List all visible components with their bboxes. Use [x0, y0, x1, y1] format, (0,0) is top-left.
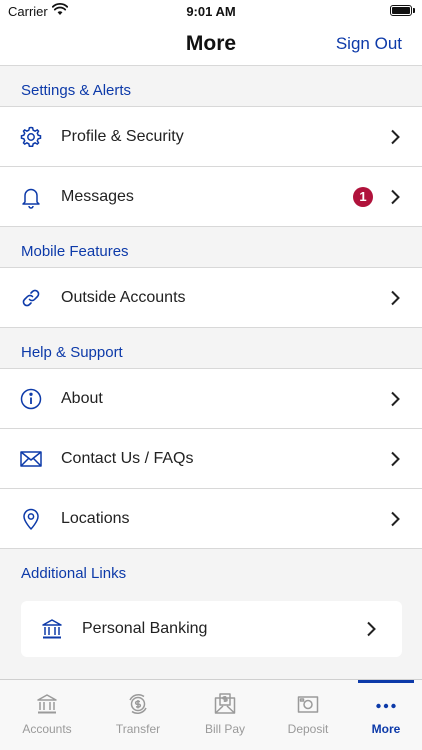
tab-label: Bill Pay [204, 722, 245, 736]
menu-item-label: Contact Us / FAQs [61, 450, 194, 467]
tab-label: More [371, 722, 401, 736]
section-title: Additional Links [21, 565, 127, 582]
tab-label: Transfer [115, 722, 161, 736]
info-icon [20, 388, 42, 410]
active-tab-indicator [358, 680, 414, 683]
link-card-label: Personal Banking [82, 620, 208, 637]
map-pin-icon [23, 508, 39, 530]
link-icon [22, 289, 40, 307]
menu-item-locations[interactable]: Locations [0, 489, 422, 549]
menu-item-contact-faqs[interactable]: Contact Us / FAQs [0, 429, 422, 489]
section-header-settings-alerts: Settings & Alerts [0, 67, 422, 107]
chevron-right-icon [391, 391, 400, 407]
chevron-right-icon [391, 511, 400, 527]
menu-item-label: Profile & Security [61, 128, 184, 145]
tab-label: Accounts [22, 722, 72, 736]
chevron-right-icon [391, 189, 400, 205]
battery-cap [413, 8, 415, 13]
battery-icon [390, 5, 412, 16]
camera-icon [297, 696, 319, 713]
bank-icon [37, 694, 57, 714]
tab-transfer[interactable]: Transfer [96, 680, 180, 750]
nav-bar: More Sign Out [0, 24, 422, 66]
menu-item-label: About [61, 390, 103, 407]
menu-item-outside-accounts[interactable]: Outside Accounts [0, 268, 422, 328]
menu-item-label: Outside Accounts [61, 289, 186, 306]
section-title: Settings & Alerts [21, 82, 132, 99]
tab-accounts[interactable]: Accounts [5, 680, 89, 750]
more-dots-icon [376, 703, 396, 709]
transfer-dollar-icon [129, 694, 147, 714]
gear-icon [20, 126, 42, 147]
tab-bar: Accounts Transfer Bill Pay Deposit More [0, 679, 422, 750]
menu-item-label: Locations [61, 510, 130, 527]
tab-bill-pay[interactable]: Bill Pay [183, 680, 267, 750]
chevron-right-icon [391, 451, 400, 467]
bell-icon [22, 188, 40, 209]
sign-out-button[interactable]: Sign Out [336, 34, 402, 54]
tab-label: Deposit [287, 722, 329, 736]
status-time: 9:01 AM [186, 4, 236, 19]
menu-item-label: Messages [61, 188, 134, 205]
envelope-icon [20, 451, 42, 467]
status-bar: Carrier 9:01 AM [0, 0, 422, 24]
menu-item-messages[interactable]: Messages 1 [0, 167, 422, 227]
menu-item-about[interactable]: About [0, 369, 422, 429]
unread-badge: 1 [353, 187, 373, 207]
bill-envelope-icon [214, 693, 236, 714]
tab-deposit[interactable]: Deposit [266, 680, 350, 750]
link-card-personal-banking[interactable]: Personal Banking [21, 601, 402, 657]
menu-item-profile-security[interactable]: Profile & Security [0, 107, 422, 167]
section-header-mobile-features: Mobile Features [0, 228, 422, 268]
section-header-help-support: Help & Support [0, 329, 422, 369]
bank-icon [42, 619, 62, 639]
section-header-additional-links: Additional Links [0, 550, 422, 590]
chevron-right-icon [391, 290, 400, 306]
chevron-right-icon [391, 129, 400, 145]
section-title: Mobile Features [21, 243, 129, 260]
tab-more[interactable]: More [344, 680, 422, 750]
chevron-right-icon [367, 621, 376, 637]
section-title: Help & Support [21, 344, 123, 361]
